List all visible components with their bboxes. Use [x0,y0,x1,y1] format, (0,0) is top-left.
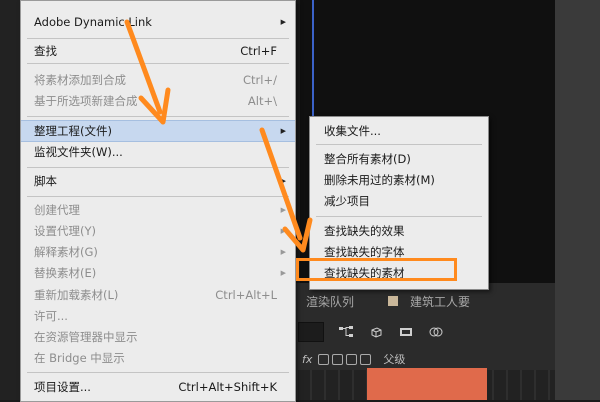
tab-render-queue[interactable]: 渲染队列 [306,293,354,310]
timeline-toolbar [298,318,555,346]
menu-item-dynamic-link[interactable]: Adobe Dynamic Link ▶ [21,12,295,32]
graph-editor-icon[interactable] [428,324,444,340]
switch-icon[interactable] [318,353,330,365]
menu-separator [27,167,289,168]
layer-switches-header: fx 父级 [298,350,555,368]
submenu-item-find-missing-effects[interactable]: 查找缺失的效果 [310,221,488,241]
submenu-item-consolidate-footage[interactable]: 整合所有素材(D) [310,149,488,169]
menu-item-add-to-comp[interactable]: 将素材添加到合成 Ctrl+/ [21,70,295,90]
triangle-right-icon: ▶ [280,227,286,235]
menu-separator [27,372,289,373]
switch-icon[interactable] [360,353,372,365]
menu-item-watch-folder[interactable]: 监视文件夹(W)... [21,142,295,162]
submenu-item-reduce-project[interactable]: 减少项目 [310,191,488,211]
menu-item-reload-footage[interactable]: 重新加载素材(L) Ctrl+Alt+L [21,285,295,305]
menu-item-reveal-in-bridge[interactable]: 在 Bridge 中显示 [21,348,295,368]
submenu-item-collect-files[interactable]: 收集文件... [310,121,488,141]
switch-icons [318,353,372,365]
menu-item-reveal-in-explorer[interactable]: 在资源管理器中显示 [21,327,295,347]
search-input[interactable] [298,322,324,342]
triangle-right-icon: ▶ [280,269,286,277]
menu-item-interpret-footage[interactable]: 解释素材(G) ▶ [21,242,295,262]
menu-item-find[interactable]: 查找 Ctrl+F [21,41,295,61]
menu-item-license[interactable]: 许可... [21,306,295,326]
motion-blur-icon[interactable] [398,324,414,340]
menu-separator [316,144,482,145]
fx-label: fx [302,352,313,366]
triangle-right-icon: ▶ [280,18,286,26]
menu-separator [316,216,482,217]
comp-color-swatch [388,296,399,306]
left-panel-edge [0,0,20,400]
scrollbar-track[interactable] [555,0,600,400]
menu-item-set-proxy[interactable]: 设置代理(Y) ▶ [21,221,295,241]
menu-separator [27,38,289,39]
annotation-highlight-box [296,258,457,281]
triangle-right-icon: ▶ [280,127,286,135]
tab-composition[interactable]: 建筑工人要 [410,293,470,310]
triangle-right-icon: ▶ [280,248,286,256]
panel-tabs: 渲染队列 建筑工人要 [298,290,555,312]
render-icon[interactable] [368,324,384,340]
context-menu: Adobe Dynamic Link ▶ 查找 Ctrl+F 将素材添加到合成 … [20,0,296,402]
triangle-right-icon: ▶ [280,177,286,185]
switch-icon[interactable] [346,353,358,365]
menu-item-dependencies[interactable]: 整理工程(文件) ▶ [21,120,295,142]
menu-item-replace-footage[interactable]: 替换素材(E) ▶ [21,263,295,283]
menu-separator [27,63,289,64]
menu-item-create-proxy[interactable]: 创建代理 ▶ [21,200,295,220]
layer-bar[interactable] [367,368,487,400]
switch-icon[interactable] [332,353,344,365]
triangle-right-icon: ▶ [280,206,286,214]
submenu-item-remove-unused-footage[interactable]: 删除未用过的素材(M) [310,170,488,190]
menu-separator [27,116,289,117]
flowchart-icon[interactable] [338,324,354,340]
menu-item-new-comp-from-selection[interactable]: 基于所选项新建合成 Alt+\ [21,91,295,111]
viewer-guide-line [312,0,314,120]
parent-column-header: 父级 [383,353,406,366]
menu-item-project-settings[interactable]: 项目设置... Ctrl+Alt+Shift+K [21,377,295,397]
menu-separator [27,196,289,197]
menu-item-scripts[interactable]: 脚本 ▶ [21,171,295,191]
